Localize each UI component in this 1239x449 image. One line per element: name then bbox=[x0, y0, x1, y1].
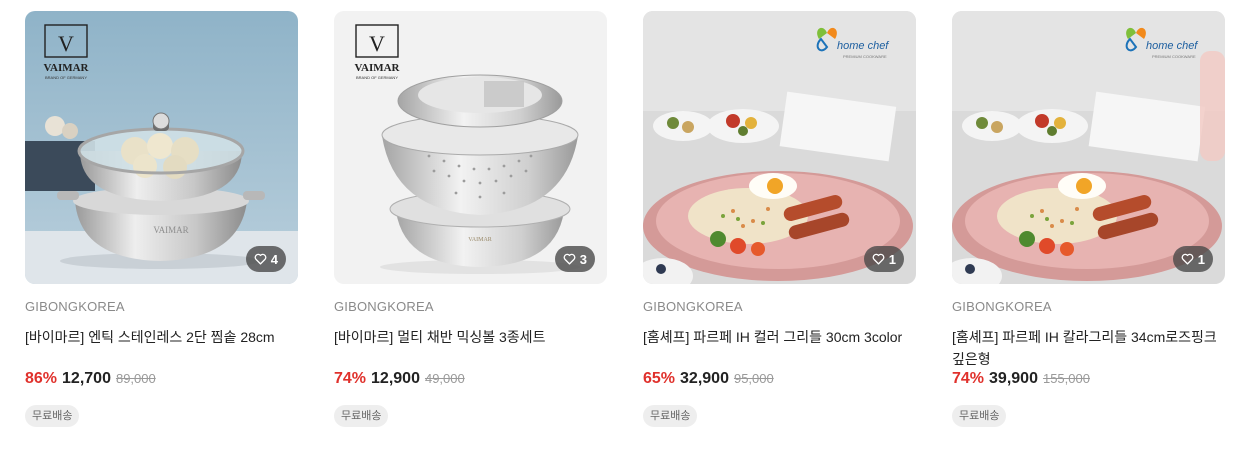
product-name[interactable]: [바이마르] 엔틱 스테인레스 2단 찜솥 28cm bbox=[25, 326, 298, 370]
discount-rate: 65% bbox=[643, 370, 676, 387]
product-image[interactable]: VAIMAR V VAIMAR BRAND OF GERMANY 3 bbox=[334, 11, 607, 284]
griddle-pan-image: home chef PREMIUM COOKWARE bbox=[952, 11, 1225, 284]
like-count: 4 bbox=[270, 251, 278, 267]
free-shipping-badge: 무료배송 bbox=[643, 405, 698, 427]
mixing-bowl-set-image: VAIMAR V VAIMAR BRAND OF GERMANY bbox=[334, 11, 607, 284]
product-card[interactable]: VAIMAR V VAIMAR BRAND OF GERMANY 4 GIBON… bbox=[25, 11, 298, 427]
sale-price: 39,900 bbox=[989, 370, 1038, 387]
svg-text:home chef: home chef bbox=[837, 40, 889, 52]
svg-text:VAIMAR: VAIMAR bbox=[43, 62, 89, 74]
free-shipping-badge: 무료배송 bbox=[25, 405, 80, 427]
product-card[interactable]: VAIMAR V VAIMAR BRAND OF GERMANY 3 GIBON… bbox=[334, 11, 607, 427]
product-image[interactable]: home chef PREMIUM COOKWARE 1 bbox=[952, 11, 1225, 284]
svg-text:PREMIUM COOKWARE: PREMIUM COOKWARE bbox=[843, 54, 887, 59]
svg-text:VAIMAR: VAIMAR bbox=[468, 237, 492, 243]
discount-rate: 74% bbox=[334, 370, 367, 387]
svg-text:PREMIUM COOKWARE: PREMIUM COOKWARE bbox=[1152, 54, 1196, 59]
like-button[interactable]: 1 bbox=[863, 246, 904, 272]
like-count: 1 bbox=[888, 251, 896, 267]
sale-price: 12,900 bbox=[371, 370, 420, 387]
price-row: 86% 12,700 89,000 bbox=[25, 370, 298, 392]
original-price: 155,000 bbox=[1042, 371, 1090, 386]
brand-name[interactable]: GIBONGKOREA bbox=[952, 299, 1225, 315]
product-name[interactable]: [바이마르] 멀티 채반 믹싱볼 3종세트 bbox=[334, 326, 607, 370]
price-row: 65% 32,900 95,000 bbox=[643, 370, 916, 392]
svg-text:BRAND OF GERMANY: BRAND OF GERMANY bbox=[356, 75, 398, 80]
product-image[interactable]: VAIMAR V VAIMAR BRAND OF GERMANY 4 bbox=[25, 11, 298, 284]
heart-outline-icon bbox=[1181, 253, 1194, 265]
steamer-pot-image: VAIMAR V VAIMAR BRAND OF GERMANY bbox=[25, 11, 298, 284]
like-count: 1 bbox=[1197, 251, 1205, 267]
like-button[interactable]: 3 bbox=[554, 246, 595, 272]
griddle-pan-image: home chef PREMIUM COOKWARE bbox=[643, 11, 916, 284]
like-button[interactable]: 1 bbox=[1172, 246, 1213, 272]
like-count: 3 bbox=[579, 251, 587, 267]
original-price: 89,000 bbox=[115, 371, 156, 386]
free-shipping-badge: 무료배송 bbox=[952, 405, 1007, 427]
brand-name[interactable]: GIBONGKOREA bbox=[25, 299, 298, 315]
like-button[interactable]: 4 bbox=[245, 246, 286, 272]
svg-text:BRAND OF GERMANY: BRAND OF GERMANY bbox=[45, 75, 87, 80]
free-shipping-badge: 무료배송 bbox=[334, 405, 389, 427]
product-image[interactable]: home chef PREMIUM COOKWARE 1 bbox=[643, 11, 916, 284]
product-name[interactable]: [홈셰프] 파르페 IH 컬러 그리들 30cm 3color bbox=[643, 326, 916, 370]
heart-outline-icon bbox=[872, 253, 885, 265]
price-row: 74% 39,900 155,000 bbox=[952, 370, 1225, 392]
svg-text:V: V bbox=[58, 31, 74, 56]
discount-rate: 86% bbox=[25, 370, 58, 387]
brand-name[interactable]: GIBONGKOREA bbox=[643, 299, 916, 315]
heart-outline-icon bbox=[254, 253, 267, 265]
svg-text:home chef: home chef bbox=[1146, 40, 1198, 52]
svg-text:VAIMAR: VAIMAR bbox=[153, 225, 188, 235]
product-name[interactable]: [홈셰프] 파르페 IH 칼라그리들 34cm로즈핑크 깊은형 bbox=[952, 326, 1225, 370]
sale-price: 32,900 bbox=[680, 370, 729, 387]
product-card[interactable]: home chef PREMIUM COOKWARE 1 GIBONGKOREA… bbox=[952, 11, 1225, 427]
price-row: 74% 12,900 49,000 bbox=[334, 370, 607, 392]
product-grid: VAIMAR V VAIMAR BRAND OF GERMANY 4 GIBON… bbox=[0, 0, 1239, 449]
sale-price: 12,700 bbox=[62, 370, 111, 387]
discount-rate: 74% bbox=[952, 370, 985, 387]
brand-name[interactable]: GIBONGKOREA bbox=[334, 299, 607, 315]
heart-outline-icon bbox=[563, 253, 576, 265]
original-price: 49,000 bbox=[424, 371, 465, 386]
original-price: 95,000 bbox=[733, 371, 774, 386]
svg-text:VAIMAR: VAIMAR bbox=[354, 62, 400, 74]
svg-text:V: V bbox=[369, 31, 385, 56]
product-card[interactable]: home chef PREMIUM COOKWARE 1 GIBONGKOREA… bbox=[643, 11, 916, 427]
